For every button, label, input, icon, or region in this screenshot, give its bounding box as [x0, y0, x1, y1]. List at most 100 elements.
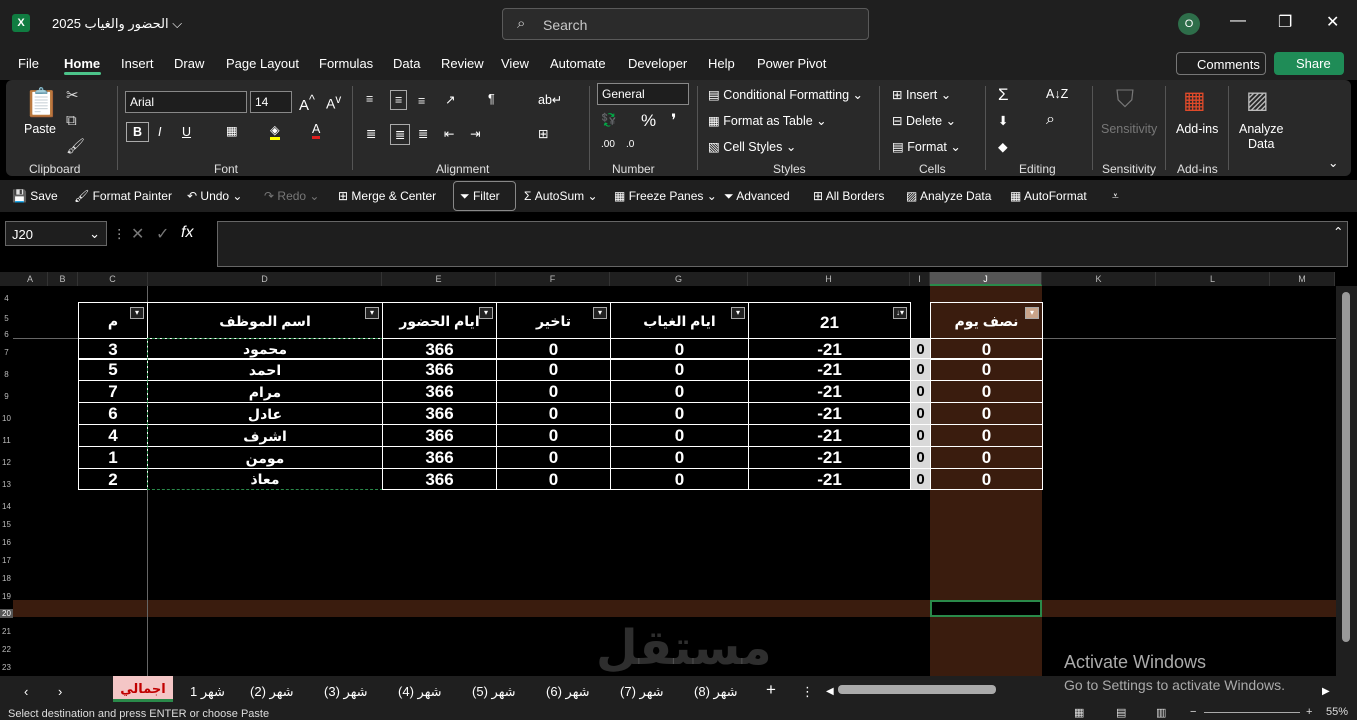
cell-styles-button[interactable]: ▧ Cell Styles ⌄: [708, 139, 796, 154]
row-header[interactable]: 4: [0, 294, 13, 303]
comma-icon[interactable]: ❜: [671, 111, 676, 131]
search-box[interactable]: ⌕ Search: [502, 8, 869, 40]
menu-help[interactable]: Help: [708, 56, 735, 71]
row-header[interactable]: 20: [0, 609, 13, 618]
row-header[interactable]: 19: [0, 592, 13, 601]
menu-file[interactable]: File: [18, 56, 39, 71]
row-header[interactable]: 17: [0, 556, 13, 565]
row-header[interactable]: 6: [0, 330, 13, 339]
table-cell-name[interactable]: مومن: [147, 446, 383, 469]
table-cell-attend[interactable]: 366: [382, 402, 497, 425]
row-header[interactable]: 23: [0, 663, 13, 672]
menu-power-pivot[interactable]: Power Pivot: [757, 56, 826, 71]
table-cell-name[interactable]: مرام: [147, 380, 383, 403]
table-cell-absent[interactable]: 0: [610, 380, 749, 403]
scroll-left-icon[interactable]: ‹: [24, 684, 28, 699]
table-cell-i[interactable]: 0: [910, 424, 931, 447]
sheet-tab[interactable]: شهر 1: [190, 684, 225, 700]
table-cell-late[interactable]: 0: [496, 468, 611, 490]
row-header[interactable]: 10: [0, 414, 13, 423]
zoom-level[interactable]: 55%: [1326, 706, 1348, 718]
table-cell-half[interactable]: 0: [930, 468, 1043, 490]
table-cell-i[interactable]: 0: [910, 402, 931, 425]
decrease-indent-icon[interactable]: ⇤: [444, 126, 454, 141]
row-header[interactable]: 12: [0, 458, 13, 467]
table-cell-m[interactable]: 5: [78, 358, 148, 381]
cancel-icon[interactable]: ✕: [131, 224, 144, 244]
formula-input[interactable]: [217, 221, 1348, 267]
table-cell-late[interactable]: 0: [496, 358, 611, 381]
sheet-tab-active[interactable]: اجمالي: [113, 676, 173, 702]
delete-cells-button[interactable]: ⊟ Delete ⌄: [892, 113, 956, 128]
zoom-in-icon[interactable]: +: [1306, 706, 1312, 718]
menu-view[interactable]: View: [501, 56, 529, 71]
hscroll-right-icon[interactable]: ▶: [1322, 686, 1330, 697]
italic-button[interactable]: I: [158, 125, 161, 139]
col-header-a[interactable]: A: [13, 272, 48, 286]
sheet-tab[interactable]: شهر (3): [324, 684, 368, 700]
underline-button[interactable]: U: [182, 125, 191, 139]
percent-icon[interactable]: %: [641, 111, 656, 131]
table-cell-late[interactable]: 0: [496, 402, 611, 425]
currency-icon[interactable]: 💱: [601, 113, 617, 128]
col-header-h[interactable]: H: [748, 272, 910, 286]
comments-button[interactable]: Comments: [1176, 52, 1266, 75]
increase-decimal-icon[interactable]: .00: [601, 139, 615, 150]
align-left-icon[interactable]: ≣: [366, 126, 376, 141]
table-cell-half[interactable]: 0: [930, 358, 1043, 381]
col-header-e[interactable]: E: [382, 272, 496, 286]
menu-developer[interactable]: Developer: [628, 56, 687, 71]
table-cell-late[interactable]: 0: [496, 338, 611, 360]
table-cell-m[interactable]: 4: [78, 424, 148, 447]
col-header-c[interactable]: C: [78, 272, 148, 286]
clear-icon[interactable]: ◆: [998, 139, 1008, 154]
sort-filter-dropdown-icon[interactable]: ↓▾: [893, 307, 907, 319]
collapse-ribbon-icon[interactable]: ⌄: [1328, 155, 1338, 170]
table-cell-m[interactable]: 2: [78, 468, 148, 490]
table-cell-h[interactable]: -21: [748, 338, 911, 360]
table-cell-absent[interactable]: 0: [610, 358, 749, 381]
filter-dropdown-icon[interactable]: ▾: [479, 307, 493, 319]
find-select-icon[interactable]: ⌕: [1046, 111, 1055, 129]
col-header-l[interactable]: L: [1156, 272, 1270, 286]
save-button[interactable]: 💾 Save: [12, 189, 58, 203]
table-cell-i[interactable]: 0: [910, 358, 931, 381]
align-center-icon[interactable]: ≣: [390, 124, 411, 145]
table-cell-absent[interactable]: 0: [610, 424, 749, 447]
redo-button[interactable]: ↷ Redo ⌄: [264, 189, 319, 203]
analyze-label-2[interactable]: Data: [1248, 137, 1274, 151]
conditional-formatting-button[interactable]: ▤ Conditional Formatting ⌄: [708, 87, 863, 102]
menu-automate[interactable]: Automate: [550, 56, 606, 71]
sheet-tab[interactable]: شهر (5): [472, 684, 516, 700]
restore-icon[interactable]: ❐: [1278, 12, 1292, 32]
increase-font-icon[interactable]: A^: [299, 93, 315, 114]
customize-qat-icon[interactable]: ⩡: [1112, 189, 1119, 204]
table-cell-late[interactable]: 0: [496, 446, 611, 469]
minimize-icon[interactable]: —: [1230, 12, 1246, 30]
borders-icon[interactable]: ▦: [226, 123, 238, 138]
zoom-out-icon[interactable]: −: [1190, 706, 1196, 718]
sheet-tab[interactable]: شهر (7): [620, 684, 664, 700]
page-layout-view-icon[interactable]: ▤: [1116, 706, 1126, 719]
row-header[interactable]: 15: [0, 520, 13, 529]
autosum-button[interactable]: Σ AutoSum ⌄: [524, 189, 598, 203]
zoom-slider[interactable]: [1204, 712, 1300, 713]
col-header-m[interactable]: M: [1270, 272, 1335, 286]
fill-color-icon[interactable]: ◈: [270, 122, 280, 140]
number-format-select[interactable]: General: [597, 83, 689, 105]
menu-page-layout[interactable]: Page Layout: [226, 56, 299, 71]
table-cell-i[interactable]: 0: [910, 338, 931, 360]
format-painter-button[interactable]: 🖌 Format Painter: [74, 189, 172, 203]
wrap-text-icon[interactable]: ab↵: [538, 92, 562, 107]
header-h[interactable]: 21 ↓▾: [748, 302, 911, 339]
header-name[interactable]: اسم الموظف ▾: [147, 302, 383, 339]
filter-dropdown-icon[interactable]: ▾: [1025, 307, 1039, 319]
name-box[interactable]: J20 ⌄: [5, 221, 107, 246]
table-cell-attend[interactable]: 366: [382, 424, 497, 447]
row-header[interactable]: 5: [0, 314, 13, 323]
align-top-icon[interactable]: ≡: [366, 92, 373, 106]
header-m[interactable]: م ▾: [78, 302, 148, 339]
table-cell-i[interactable]: 0: [910, 468, 931, 490]
page-break-view-icon[interactable]: ▥: [1156, 706, 1166, 719]
copy-icon[interactable]: ⧉: [66, 112, 77, 129]
